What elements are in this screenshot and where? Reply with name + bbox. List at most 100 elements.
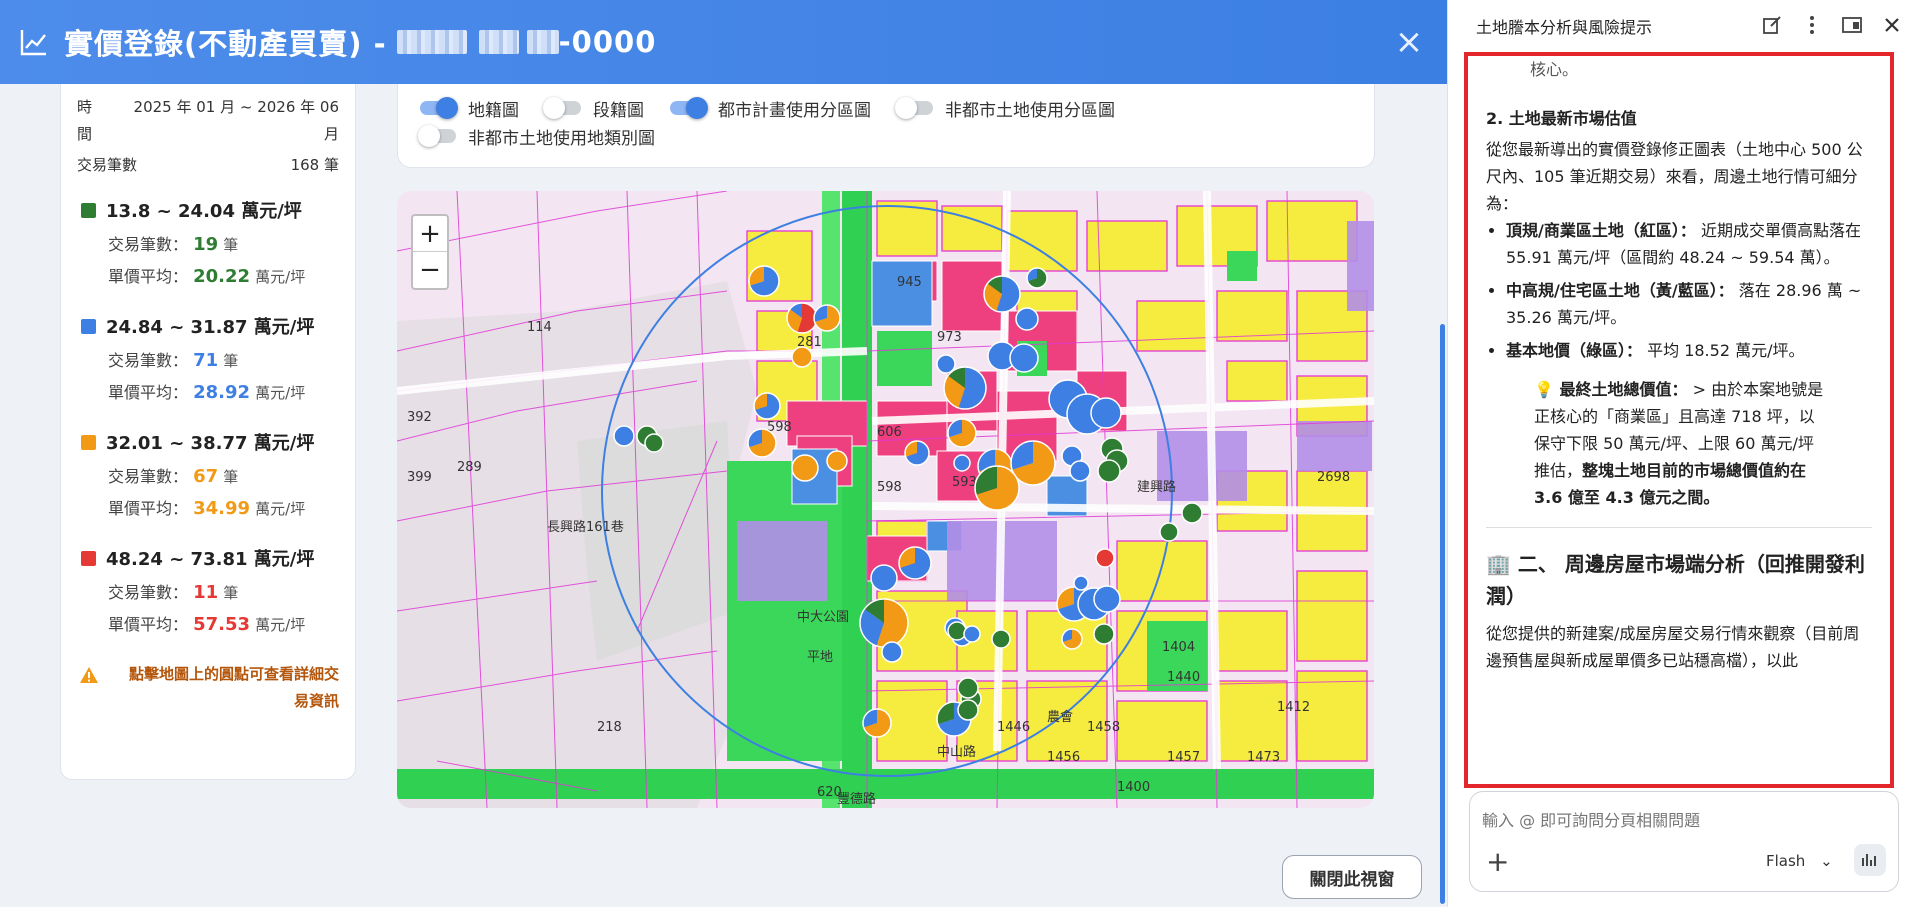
- section-title: 2. 土地最新市場估值: [1486, 109, 1637, 128]
- toggle-switch[interactable]: [895, 97, 933, 119]
- toggle-switch[interactable]: [670, 97, 708, 119]
- avg-label: 單價平均：: [108, 383, 189, 402]
- transaction-marker[interactable]: [963, 625, 981, 643]
- transaction-marker[interactable]: [791, 346, 813, 368]
- transaction-marker[interactable]: [1069, 460, 1091, 482]
- model-selector[interactable]: Flash ⌄: [1766, 852, 1833, 870]
- zoom-in-button[interactable]: +: [413, 216, 447, 252]
- transaction-marker[interactable]: [644, 433, 664, 453]
- transaction-marker[interactable]: [991, 629, 1011, 649]
- map-hint: 點擊地圖上的圓點可查看詳細交易資訊: [79, 661, 339, 715]
- transaction-marker[interactable]: [870, 564, 898, 592]
- map-label: 平地: [807, 650, 833, 665]
- map-canvas[interactable]: 945 973 606 598 593 1404 1440 1400 1456 1457 1458 1…: [397, 191, 1374, 808]
- avg-price: 34.99: [193, 498, 251, 519]
- transaction-marker[interactable]: [881, 641, 903, 663]
- chat-input[interactable]: 輸入 @ 即可詢問分頁相關問題: [1482, 807, 1700, 831]
- transaction-marker[interactable]: [974, 465, 1020, 511]
- map-label: 289: [457, 460, 482, 475]
- transaction-marker[interactable]: [813, 304, 841, 332]
- transaction-marker[interactable]: [957, 677, 979, 699]
- transaction-marker[interactable]: [1061, 628, 1083, 650]
- transaction-marker[interactable]: [1073, 575, 1089, 591]
- dock-panel-icon[interactable]: [1841, 14, 1863, 36]
- transaction-marker[interactable]: [1181, 502, 1203, 524]
- transaction-marker[interactable]: [898, 546, 932, 580]
- transaction-marker[interactable]: [862, 708, 892, 738]
- txn-count: 11: [193, 582, 219, 603]
- layer-toggle[interactable]: 非都市土地使用分區圖: [895, 94, 1115, 122]
- transaction-marker[interactable]: [748, 265, 780, 297]
- window-scrollbar[interactable]: [1437, 84, 1447, 904]
- layer-toggle[interactable]: 都市計畫使用分區圖: [670, 94, 871, 122]
- scrollbar-thumb[interactable]: [1440, 324, 1445, 904]
- section-body: 從您提供的新建案/成屋房屋交易行情來觀察（目前周邊預售屋與新成屋單價多已站穩高檔…: [1486, 624, 1860, 670]
- transaction-marker[interactable]: [826, 450, 848, 472]
- legend-item: 24.84 ~ 31.87 萬元/坪 交易筆數： 71 筆單價平均： 28.92 …: [81, 313, 355, 403]
- price-legend: 13.8 ~ 24.04 萬元/坪 交易筆數： 19 筆單價平均： 20.22 萬…: [81, 197, 355, 635]
- transaction-marker[interactable]: [747, 428, 777, 458]
- chat-input-box[interactable]: 輸入 @ 即可詢問分頁相關問題 + Flash ⌄: [1469, 791, 1899, 892]
- map-label: 399: [407, 470, 432, 485]
- transaction-marker[interactable]: [1093, 585, 1121, 613]
- zoom-out-button[interactable]: −: [413, 252, 447, 288]
- layer-label: 非都市土地使用地類別圖: [468, 128, 655, 149]
- transaction-marker[interactable]: [983, 275, 1021, 313]
- layer-toggle[interactable]: 段籍圖: [543, 94, 644, 122]
- screen: { "window": { "title_prefix": "實價登錄(不動產買…: [0, 0, 1917, 907]
- ai-side-panel: 土地謄本分析與風險提示 核心。 2. 土地最新市場估值 從您最新導出的實價登錄修…: [1447, 0, 1917, 907]
- color-swatch: [81, 434, 96, 450]
- map-label: 1456: [1047, 750, 1080, 765]
- zoning-map[interactable]: 945 973 606 598 593 1404 1440 1400 1456 1457 1458 1…: [397, 191, 1374, 808]
- close-panel-icon[interactable]: [1881, 14, 1903, 36]
- transaction-marker[interactable]: [613, 425, 635, 447]
- time-label: 時間: [77, 98, 93, 143]
- map-label: 973: [937, 330, 962, 345]
- transaction-marker[interactable]: [1093, 623, 1115, 645]
- layer-toggle[interactable]: 非都市土地使用地類別圖: [418, 122, 655, 150]
- transaction-marker[interactable]: [1090, 397, 1122, 429]
- txn-label: 交易筆數：: [108, 583, 189, 602]
- transaction-marker[interactable]: [1015, 307, 1039, 331]
- transaction-marker[interactable]: [786, 302, 818, 334]
- close-window-button[interactable]: 關閉此視窗: [1282, 855, 1422, 899]
- redacted-text: [396, 30, 467, 54]
- transaction-marker[interactable]: [947, 418, 977, 448]
- transaction-marker[interactable]: [936, 354, 956, 374]
- layer-toggle[interactable]: 地籍圖: [420, 94, 519, 122]
- map-label: 1404: [1162, 640, 1195, 655]
- transaction-marker[interactable]: [1097, 459, 1121, 483]
- more-options-icon[interactable]: [1801, 14, 1823, 36]
- map-label: 豐德路: [837, 791, 876, 807]
- toggle-switch[interactable]: [418, 125, 456, 147]
- transaction-marker[interactable]: [1009, 343, 1039, 373]
- transaction-marker[interactable]: [1095, 548, 1115, 568]
- transaction-marker[interactable]: [1026, 267, 1048, 289]
- map-label: 中山路: [937, 744, 976, 760]
- edit-icon[interactable]: [1761, 14, 1783, 36]
- transaction-marker[interactable]: [859, 598, 909, 648]
- transaction-marker[interactable]: [753, 392, 781, 420]
- transaction-marker[interactable]: [791, 454, 819, 482]
- toggle-switch[interactable]: [543, 97, 581, 119]
- toggle-switch[interactable]: [420, 97, 458, 119]
- unit-count: 筆: [223, 236, 239, 254]
- unit-price: 萬元/坪: [255, 500, 306, 518]
- bullet-head: 中高規/住宅區土地（黃/藍區）：: [1506, 281, 1734, 300]
- map-label: 中大公園: [797, 610, 849, 625]
- window-close-button[interactable]: ×: [1391, 24, 1427, 60]
- unit-price: 萬元/坪: [255, 616, 306, 634]
- transaction-marker[interactable]: [953, 454, 971, 472]
- transaction-marker[interactable]: [904, 440, 930, 466]
- transaction-marker[interactable]: [957, 699, 979, 721]
- transaction-marker[interactable]: [947, 621, 967, 641]
- transaction-marker[interactable]: [1159, 522, 1179, 542]
- section-intro: 從您最新導出的實價登錄修正圖表（土地中心 500 公尺內、105 筆近期交易）來…: [1486, 140, 1863, 213]
- legend-item: 48.24 ~ 73.81 萬元/坪 交易筆數： 11 筆單價平均： 57.53 …: [81, 545, 355, 635]
- map-label: 建興路: [1137, 479, 1176, 495]
- legend-range: 24.84 ~ 31.87 萬元/坪: [106, 317, 315, 338]
- add-attachment-button[interactable]: +: [1486, 848, 1509, 876]
- send-icon[interactable]: [1854, 844, 1886, 876]
- model-label: Flash: [1766, 852, 1806, 870]
- transaction-marker[interactable]: [943, 366, 987, 410]
